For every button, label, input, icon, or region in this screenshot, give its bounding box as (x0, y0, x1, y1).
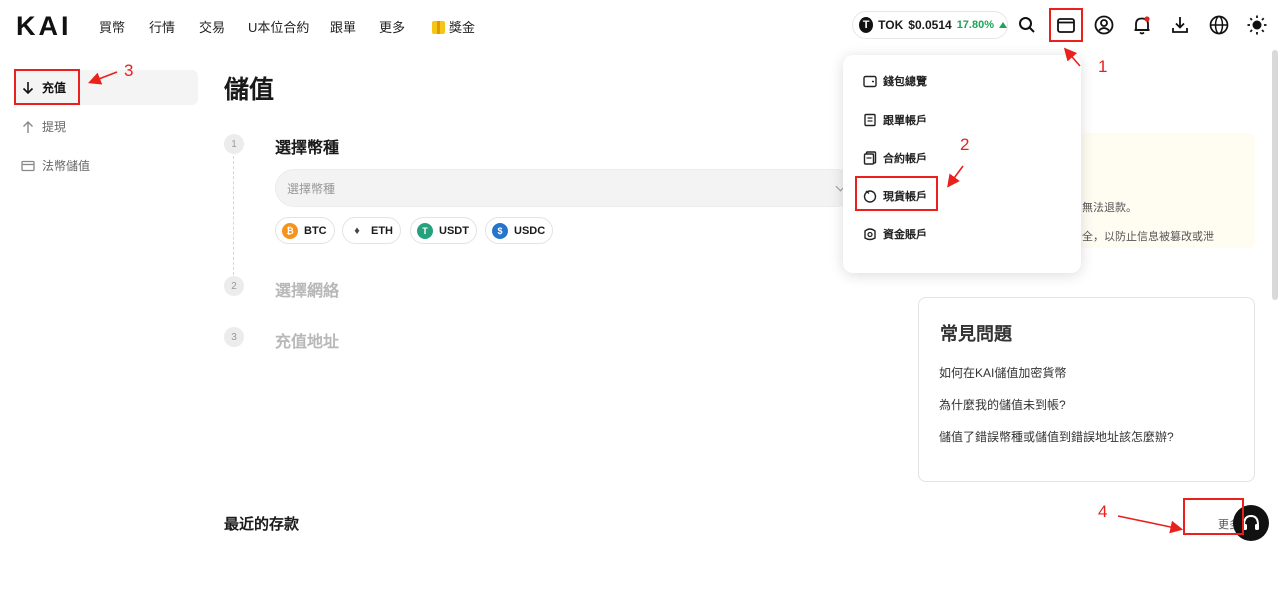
annotation-arrows (88, 47, 1184, 534)
